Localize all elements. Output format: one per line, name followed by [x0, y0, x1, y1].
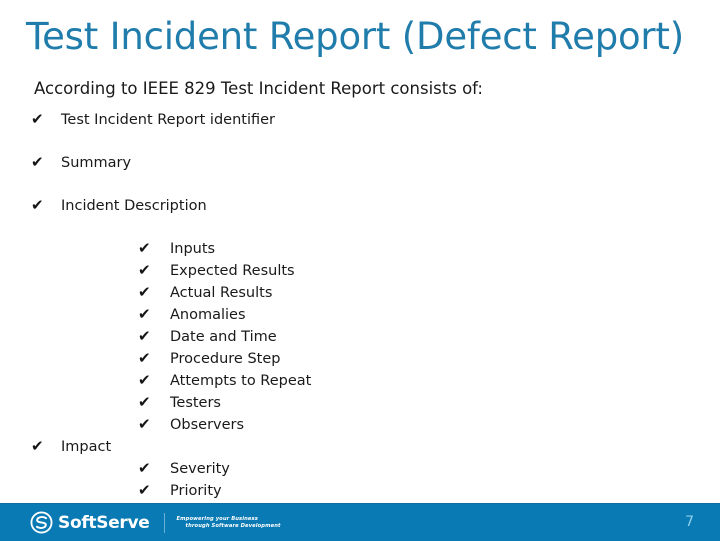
bullet-label: Actual Results — [170, 285, 273, 301]
bullet-label: Attempts to Repeat — [170, 373, 312, 389]
bullet-label: Anomalies — [170, 307, 246, 323]
page-title: Test Incident Report (Defect Report) — [26, 15, 684, 58]
checkmark-icon: ✔ — [138, 327, 151, 345]
bullet-item: ✔ Summary — [31, 153, 131, 173]
bullet-item: ✔ Anomalies — [138, 305, 246, 325]
checkmark-icon: ✔ — [138, 349, 151, 367]
checkmark-icon: ✔ — [138, 371, 151, 389]
list-item: ✔ Severity — [0, 459, 720, 481]
softserve-tagline: Empowering your Business through Softwar… — [177, 516, 281, 530]
bullet-list: ✔ Test Incident Report identifier ✔ Summary… — [0, 110, 720, 503]
checkmark-icon: ✔ — [138, 239, 151, 257]
bullet-label: Expected Results — [170, 263, 295, 279]
bullet-item: ✔ Expected Results — [138, 261, 295, 281]
list-item: ✔ Priority — [0, 481, 720, 503]
bullet-label: Incident Description — [61, 198, 207, 214]
bullet-item: ✔ Procedure Step — [138, 349, 280, 369]
bullet-label: Procedure Step — [170, 351, 281, 367]
list-item: ✔ Procedure Step — [0, 349, 720, 371]
bullet-label: Severity — [170, 461, 230, 477]
list-item: ✔ Incident Description — [0, 196, 720, 239]
checkmark-icon: ✔ — [138, 305, 151, 323]
bullet-item: ✔ Actual Results — [138, 283, 272, 303]
bullet-item: ✔ Inputs — [138, 239, 215, 259]
bullet-item: ✔ Observers — [138, 415, 244, 435]
bullet-item: ✔ Incident Description — [31, 196, 207, 216]
bullet-label: Testers — [170, 395, 221, 411]
page-number: 7 — [685, 514, 694, 530]
list-item: ✔ Actual Results — [0, 283, 720, 305]
bullet-item: ✔ Impact — [31, 437, 111, 457]
checkmark-icon: ✔ — [138, 283, 151, 301]
checkmark-icon: ✔ — [31, 153, 44, 171]
bullet-label: Impact — [61, 439, 112, 455]
intro-text: According to IEEE 829 Test Incident Repo… — [34, 79, 483, 98]
bullet-label: Summary — [61, 155, 132, 171]
list-item: ✔ Date and Time — [0, 327, 720, 349]
bullet-label: Observers — [170, 417, 245, 433]
softserve-wordmark: SoftServe — [58, 512, 150, 533]
list-item: ✔ Inputs — [0, 239, 720, 261]
checkmark-icon: ✔ — [138, 481, 151, 499]
list-item: ✔ Testers — [0, 393, 720, 415]
list-item: ✔ Expected Results — [0, 261, 720, 283]
footer-bar: SoftServe Empowering your Business throu… — [0, 503, 720, 541]
list-item: ✔ Test Incident Report identifier — [0, 110, 720, 153]
checkmark-icon: ✔ — [31, 437, 44, 455]
checkmark-icon: ✔ — [138, 393, 151, 411]
checkmark-icon: ✔ — [138, 415, 151, 433]
list-item: ✔ Impact — [0, 437, 720, 459]
bullet-item: ✔ Severity — [138, 459, 230, 479]
bullet-label: Test Incident Report identifier — [61, 112, 275, 128]
bullet-item: ✔ Priority — [138, 481, 222, 501]
bullet-item: ✔ Date and Time — [138, 327, 277, 347]
checkmark-icon: ✔ — [138, 459, 151, 477]
bullet-label: Inputs — [170, 241, 216, 257]
checkmark-icon: ✔ — [31, 110, 44, 128]
bullet-label: Priority — [170, 483, 222, 499]
tagline-line-1: Empowering your Business — [176, 515, 258, 522]
bullet-item: ✔ Attempts to Repeat — [138, 371, 311, 391]
bullet-item: ✔ Test Incident Report identifier — [31, 110, 275, 130]
checkmark-icon: ✔ — [138, 261, 151, 279]
list-item: ✔ Observers — [0, 415, 720, 437]
softserve-s-icon — [30, 511, 53, 534]
logo-divider — [163, 512, 165, 533]
checkmark-icon: ✔ — [31, 196, 44, 214]
softserve-logo: SoftServe Empowering your Business throu… — [30, 511, 281, 534]
tagline-line-2: through Software Development — [185, 522, 281, 529]
slide: Test Incident Report (Defect Report) Acc… — [0, 0, 720, 541]
bullet-label: Date and Time — [170, 329, 277, 345]
list-item: ✔ Attempts to Repeat — [0, 371, 720, 393]
bullet-item: ✔ Testers — [138, 393, 221, 413]
list-item: ✔ Summary — [0, 153, 720, 196]
list-item: ✔ Anomalies — [0, 305, 720, 327]
